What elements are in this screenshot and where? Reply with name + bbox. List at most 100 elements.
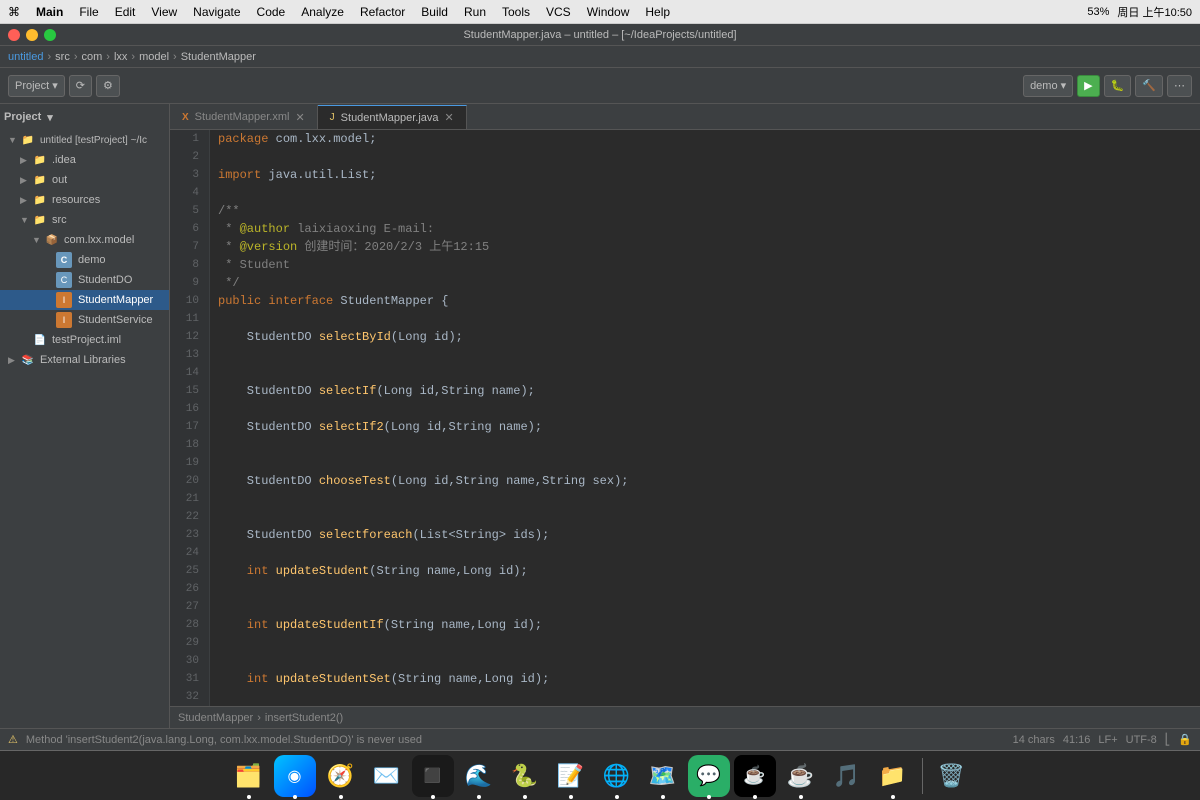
menu-navigate[interactable]: Navigate xyxy=(193,5,240,19)
dock-chrome[interactable]: 🌐 xyxy=(596,755,638,797)
demo-dropdown[interactable]: demo ▾ xyxy=(1023,75,1073,97)
dock-music[interactable]: 🎵 xyxy=(826,755,868,797)
menu-analyze[interactable]: Analyze xyxy=(301,5,344,19)
code-line-3: import java.util.List; xyxy=(218,166,1200,184)
package-icon: 📦 xyxy=(44,232,60,248)
dock-edge[interactable]: 🌊 xyxy=(458,755,500,797)
code-editor[interactable]: 12345 678910 1112131415 1617181920 21222… xyxy=(170,130,1200,706)
menu-vcs[interactable]: VCS xyxy=(546,5,571,19)
tree-item-idea[interactable]: ▶ 📁 .idea xyxy=(0,150,169,170)
interface-icon: I xyxy=(56,292,72,308)
code-line-28: int updateStudentIf(String name,Long id)… xyxy=(218,616,1200,634)
tree-item-src[interactable]: ▼ 📁 src xyxy=(0,210,169,230)
interface-icon: I xyxy=(56,312,72,328)
code-line-29 xyxy=(218,634,1200,652)
tree-item-label: StudentDO xyxy=(78,274,132,286)
java-icon: C xyxy=(56,252,72,268)
sidebar-header[interactable]: Project ▾ xyxy=(0,104,169,130)
run-button[interactable]: ▶ xyxy=(1077,75,1099,97)
menu-help[interactable]: Help xyxy=(645,5,670,19)
expand-arrow: ▼ xyxy=(8,135,20,145)
code-line-27 xyxy=(218,598,1200,616)
tree-item-studentservice[interactable]: I StudentService xyxy=(0,310,169,330)
code-line-26 xyxy=(218,580,1200,598)
lock-icon: 🔒 xyxy=(1178,733,1192,746)
tree-item-untitled[interactable]: ▼ 📁 untitled [testProject] ~/Ic xyxy=(0,130,169,150)
menu-refactor[interactable]: Refactor xyxy=(360,5,405,19)
tree-item-out[interactable]: ▶ 📁 out xyxy=(0,170,169,190)
dock-python[interactable]: 🐍 xyxy=(504,755,546,797)
breadcrumb-class[interactable]: StudentMapper xyxy=(181,51,256,63)
menu-code[interactable]: Code xyxy=(257,5,286,19)
breadcrumb-lxx[interactable]: lxx xyxy=(114,51,127,63)
maximize-button[interactable] xyxy=(44,29,56,41)
minimize-button[interactable] xyxy=(26,29,38,41)
dock-mail[interactable]: ✉️ xyxy=(366,755,408,797)
code-line-19 xyxy=(218,454,1200,472)
tab-studentmapper-java[interactable]: J StudentMapper.java ✕ xyxy=(318,105,467,129)
folder-icon: 📁 xyxy=(32,192,48,208)
dock-finder[interactable]: 🗂️ xyxy=(228,755,270,797)
menu-main[interactable]: Main xyxy=(36,5,63,19)
tree-item-label: StudentService xyxy=(78,314,153,326)
tree-item-label: src xyxy=(52,214,67,226)
dock-cursor[interactable]: 📝 xyxy=(550,755,592,797)
menu-file[interactable]: File xyxy=(79,5,98,19)
dock-siri[interactable]: ◉ xyxy=(274,755,316,797)
menu-edit[interactable]: Edit xyxy=(115,5,136,19)
dock-java[interactable]: ☕ xyxy=(780,755,822,797)
tree-item-resources[interactable]: ▶ 📁 resources xyxy=(0,190,169,210)
menu-window[interactable]: Window xyxy=(587,5,630,19)
dock-intellij[interactable]: ☕ xyxy=(734,755,776,797)
tree-item-com-lxx-model[interactable]: ▼ 📦 com.lxx.model xyxy=(0,230,169,250)
tree-item-iml[interactable]: 📄 testProject.iml xyxy=(0,330,169,350)
collapse-arrow: ▶ xyxy=(20,195,32,206)
menu-run[interactable]: Run xyxy=(464,5,486,19)
window-title: StudentMapper.java – untitled – [~/IdeaP… xyxy=(463,29,736,41)
line-ending: LF+ xyxy=(1098,734,1117,746)
more-button[interactable]: ⋯ xyxy=(1167,75,1192,97)
dock-files[interactable]: 📁 xyxy=(872,755,914,797)
gear-icon[interactable]: ⚙ xyxy=(96,75,120,97)
breadcrumb-method[interactable]: insertStudent2() xyxy=(265,712,343,724)
breadcrumb-class[interactable]: StudentMapper xyxy=(178,712,253,724)
tree-item-label: External Libraries xyxy=(40,354,126,366)
breadcrumb-src[interactable]: src xyxy=(55,51,70,63)
project-dropdown[interactable]: Project ▾ xyxy=(8,75,65,97)
sidebar-title: Project xyxy=(4,111,41,123)
breadcrumb-model[interactable]: model xyxy=(139,51,169,63)
breadcrumb-com[interactable]: com xyxy=(82,51,103,63)
tree-item-external-libs[interactable]: ▶ 📚 External Libraries xyxy=(0,350,169,370)
java-file-icon: J xyxy=(330,112,335,123)
tree-item-demo[interactable]: C demo xyxy=(0,250,169,270)
build-button[interactable]: 🔨 xyxy=(1135,75,1163,97)
chevron-down-icon: ▾ xyxy=(1061,79,1067,92)
dock-trash[interactable]: 🗑️ xyxy=(931,755,973,797)
menu-tools[interactable]: Tools xyxy=(502,5,530,19)
debug-button[interactable]: 🐛 xyxy=(1104,75,1132,97)
tree-item-label: com.lxx.model xyxy=(64,234,134,246)
chevron-down-icon: ▾ xyxy=(52,79,58,92)
tab-studentmapper-xml[interactable]: X StudentMapper.xml ✕ xyxy=(170,105,318,129)
code-line-31: int updateStudentSet(String name,Long id… xyxy=(218,670,1200,688)
tree-item-studentdo[interactable]: C StudentDO xyxy=(0,270,169,290)
breadcrumb-untitled[interactable]: untitled xyxy=(8,51,43,63)
code-line-7: * @version 创建时间：2020/2/3 上午12:15 xyxy=(218,238,1200,256)
tree-item-studentmapper[interactable]: I StudentMapper xyxy=(0,290,169,310)
expand-arrow: ▶ xyxy=(20,155,32,166)
dock-weixin[interactable]: 💬 xyxy=(688,755,730,797)
dock-terminal[interactable]: ⬛ xyxy=(412,755,454,797)
code-content[interactable]: package com.lxx.model; import java.util.… xyxy=(210,130,1200,706)
dock-maps[interactable]: 🗺️ xyxy=(642,755,684,797)
menu-build[interactable]: Build xyxy=(421,5,448,19)
code-line-20: StudentDO chooseTest(Long id,String name… xyxy=(218,472,1200,490)
tab-close-icon[interactable]: ✕ xyxy=(295,111,304,124)
menu-view[interactable]: View xyxy=(151,5,177,19)
tab-close-icon[interactable]: ✕ xyxy=(445,111,454,124)
sync-btn[interactable]: ⟳ xyxy=(69,75,92,97)
tree-item-label: resources xyxy=(52,194,100,206)
apple-menu[interactable]: ⌘ xyxy=(8,5,20,19)
close-button[interactable] xyxy=(8,29,20,41)
code-line-23: StudentDO selectforeach(List<String> ids… xyxy=(218,526,1200,544)
dock-safari[interactable]: 🧭 xyxy=(320,755,362,797)
